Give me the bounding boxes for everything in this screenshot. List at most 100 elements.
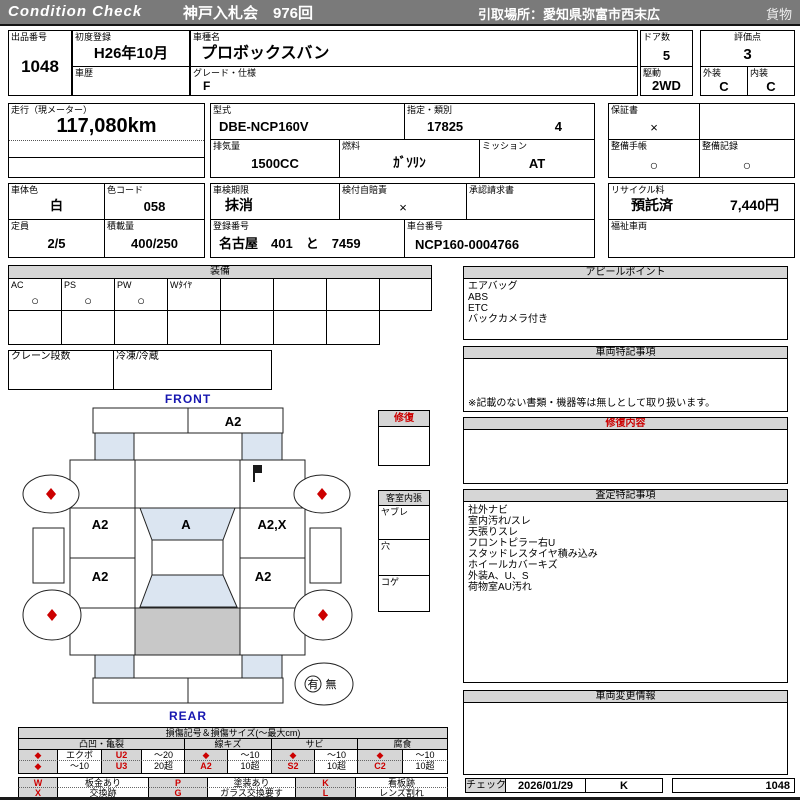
crane-cell: クレーン段数 bbox=[8, 350, 114, 390]
inspection-expiry-label: 車検期限 bbox=[213, 185, 250, 195]
transmission-label: ミッション bbox=[482, 141, 528, 151]
model-code-label: 型式 bbox=[213, 105, 232, 115]
marker-flag-icon bbox=[253, 465, 262, 473]
displacement-value: 1500CC bbox=[251, 156, 299, 171]
recycle-fee-label: リサイクル料 bbox=[611, 185, 665, 195]
model-name-value: プロボックスバン bbox=[201, 45, 330, 62]
registration-number-value: 名古屋 401 と 7459 bbox=[219, 236, 361, 251]
assessment-line: 外装A、U、S bbox=[468, 571, 529, 582]
assessment-body: 社外ナビ 室内汚れ/スレ 天張りスレ フロントピラー右U スタッドレスタイヤ積み… bbox=[463, 501, 788, 683]
class-number: 4 bbox=[554, 119, 562, 134]
equipment-cell-5 bbox=[273, 278, 327, 311]
lot-number-cell: 出品番号 1048 bbox=[8, 30, 72, 96]
cabin-row-burn: コゲ bbox=[378, 575, 430, 612]
equipment-label-pw: PW bbox=[117, 280, 132, 290]
legend-cell: ～10 bbox=[227, 749, 273, 761]
equipment-label-wtire: Wﾀｲﾔ bbox=[170, 280, 192, 290]
cabin-row-tear: ヤブレ bbox=[378, 505, 430, 540]
warranty-value: × bbox=[650, 120, 658, 135]
equipment-cell-ps: PS ○ bbox=[61, 278, 115, 311]
spare-no-text: 無 bbox=[326, 677, 337, 691]
legend-cell: 10超 bbox=[402, 761, 448, 774]
fuel-cell: 燃料 ｶﾞｿﾘﾝ bbox=[339, 139, 480, 178]
maintenance-book-value: ○ bbox=[649, 157, 659, 173]
mileage-label: 走行（現メーター） bbox=[11, 105, 93, 115]
equipment-value-ps: ○ bbox=[84, 293, 92, 308]
grade-value: F bbox=[203, 79, 211, 93]
first-registration-cell: 初度登録 H26年10月 bbox=[72, 30, 190, 67]
equipment-cell-pw: PW ○ bbox=[114, 278, 168, 311]
displacement-label: 排気量 bbox=[213, 141, 241, 151]
lot-number-value: 1048 bbox=[21, 57, 59, 76]
category-badge: 貨物 bbox=[765, 7, 792, 22]
legend-desc: 板金あり bbox=[57, 777, 149, 788]
capacity-value: 2/5 bbox=[47, 236, 66, 251]
equipment-row2-cell-1 bbox=[61, 310, 115, 345]
door-count-value: 5 bbox=[662, 48, 671, 63]
welfare-vehicle-cell: 福祉車両 bbox=[608, 219, 795, 258]
door-count-label: ドア数 bbox=[643, 32, 671, 42]
mileage-value: 117,080km bbox=[56, 115, 157, 137]
cabin-lining-header: 客室内張 bbox=[378, 490, 430, 506]
legend-cell: 10超 bbox=[227, 761, 273, 774]
repair-mini-header: 修復 bbox=[378, 410, 430, 427]
spare-tire-indicator bbox=[294, 662, 354, 706]
displacement-cell: 排気量 1500CC bbox=[210, 139, 340, 178]
legend-code-a2: A2 bbox=[184, 761, 228, 774]
legend-diamond-icon: ◆ bbox=[184, 749, 228, 761]
approval-request-cell: 承認請求書 bbox=[466, 183, 595, 220]
maintenance-record-label: 整備記録 bbox=[702, 141, 739, 151]
legend-cell: 10超 bbox=[314, 761, 359, 774]
spare-yes-text: 有 bbox=[308, 677, 319, 691]
legend-cell: ～20 bbox=[141, 749, 186, 761]
chassis-number-cell: 車台番号 NCP160-0004766 bbox=[404, 219, 595, 258]
warranty-label: 保証書 bbox=[611, 105, 639, 115]
equipment-row2-cell-6 bbox=[326, 310, 380, 345]
grade-label: グレード・仕様 bbox=[193, 68, 257, 78]
check-lot-number: 1048 bbox=[672, 778, 795, 793]
equipment-value-ac: ○ bbox=[31, 293, 39, 308]
drive-type-value: 2WD bbox=[652, 78, 681, 93]
fridge-label: 冷凍/冷蔵 bbox=[116, 351, 159, 362]
appeal-line: バックカメラ付き bbox=[468, 314, 548, 325]
cargo-area-shape bbox=[134, 607, 241, 656]
maintenance-record-cell: 整備記録 ○ bbox=[699, 139, 795, 178]
pickup-location: 引取場所：愛知県弥富市西末広 bbox=[478, 7, 661, 22]
lot-number-label: 出品番号 bbox=[11, 32, 48, 42]
rear-quarter-left-shape bbox=[94, 654, 135, 679]
interior-grade-value: C bbox=[766, 79, 776, 94]
body-color-label: 車体色 bbox=[11, 185, 39, 195]
legend-code-u2: U2 bbox=[101, 749, 142, 761]
legend-code-k: K bbox=[295, 777, 356, 788]
appeal-body: エアバッグ ABS ETC バックカメラ付き bbox=[463, 278, 788, 340]
capacity-label: 定員 bbox=[11, 221, 30, 231]
front-bumper-damage: A2 bbox=[225, 414, 242, 429]
right-rear-damage: A2 bbox=[255, 569, 272, 584]
equipment-cell-wtire: Wﾀｲﾔ bbox=[167, 278, 221, 311]
load-capacity-cell: 積載量 400/250 bbox=[104, 219, 205, 258]
legend-code-p: P bbox=[148, 777, 208, 788]
interior-grade-label: 内装 bbox=[750, 68, 769, 78]
body-color-value: 白 bbox=[49, 198, 63, 213]
warranty-extra-cell bbox=[699, 103, 795, 140]
left-front-damage: A2 bbox=[92, 517, 109, 532]
legend-diamond-icon: ◆ bbox=[18, 749, 58, 761]
assessment-line: フロントピラー右U bbox=[468, 538, 556, 549]
legend-cell: ～10 bbox=[402, 749, 448, 761]
legend-code-c2: C2 bbox=[357, 761, 403, 774]
fuel-label: 燃料 bbox=[342, 141, 361, 151]
legend-diamond-icon: ◆ bbox=[271, 749, 315, 761]
assessment-line: ホイールカバーキズ bbox=[468, 560, 558, 571]
legend-cell: ～10 bbox=[57, 761, 102, 774]
legend-code-u3: U3 bbox=[101, 761, 142, 774]
check-date: 2026/01/29 bbox=[505, 778, 586, 793]
equipment-row2-cell-3 bbox=[167, 310, 221, 345]
model-code-value: DBE-NCP160V bbox=[219, 119, 309, 134]
score-value: 3 bbox=[743, 46, 752, 63]
maintenance-book-label: 整備手帳 bbox=[611, 141, 648, 151]
equipment-row2-cell-0 bbox=[8, 310, 62, 345]
score-label: 評価点 bbox=[733, 32, 761, 42]
exterior-grade-value: C bbox=[719, 79, 729, 94]
left-sill-shape bbox=[32, 527, 65, 584]
cabin-hole-label: 穴 bbox=[381, 541, 391, 551]
